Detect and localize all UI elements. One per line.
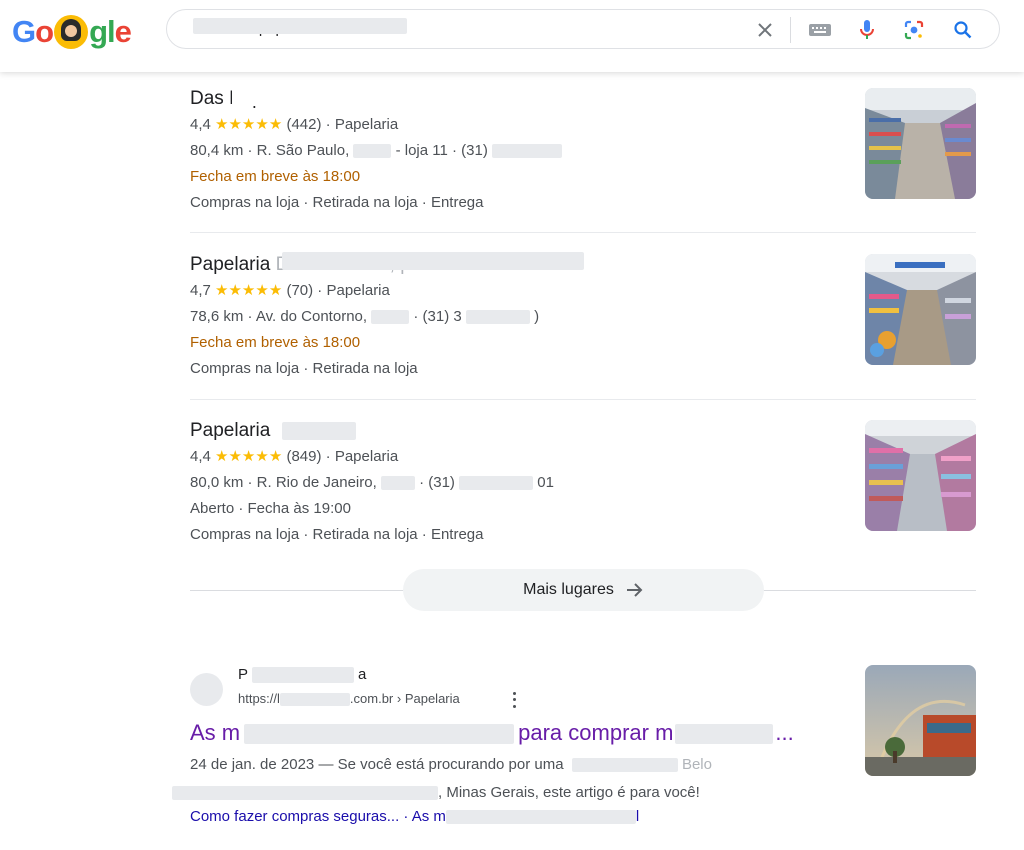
redaction-block [459,476,534,491]
search-input[interactable]: melhores papelarias de bh [193,18,407,37]
site-favicon[interactable] [190,673,223,706]
rating-line: 4,4 ★★★★★ (849) · Papelaria [190,448,399,465]
site-url[interactable]: https://l .com.br › Papelaria [238,691,460,707]
keyboard-icon[interactable] [808,18,832,42]
more-options-icon[interactable] [508,690,520,710]
more-places-button[interactable]: Mais lugares [403,569,764,611]
store-photo[interactable] [865,254,976,365]
result-date: 24 de jan. de 2023 [190,756,315,773]
result-thumbnail[interactable] [865,665,976,776]
google-doodle-logo[interactable]: G o g l e [12,12,132,52]
arrow-right-icon [626,583,643,597]
redaction-block [492,144,563,159]
redaction-block [445,810,636,825]
redaction-block [571,758,678,773]
rating-line: 4,7 ★★★★★ (70) · Papelaria [190,282,390,299]
redaction-block [380,476,415,491]
google-lens-icon[interactable] [902,18,926,42]
review-count[interactable]: (849) [286,448,321,465]
sitelink[interactable]: · As m [399,808,446,825]
store-photo[interactable] [865,420,976,531]
sitelinks: Como fazer compras seguras... · As ml [190,808,640,825]
services-line: Compras na loja · Retirada na loja · Ent… [190,526,484,543]
place-name[interactable]: Papelaria Dico de Pena, presentes e cafe [190,252,976,278]
redaction-block [371,310,410,325]
address-line: 78,6 km · Av. do Contorno, · (31) 3 ) [190,308,540,325]
address-line: 80,0 km · R. Rio de Janeiro, · (31) 01 [190,474,554,491]
star-rating-icon: ★★★★★ [215,116,283,133]
hours-line: Aberto · Fecha às 19:00 [190,496,976,522]
divider [790,17,791,43]
logo-letter: o [35,14,54,49]
services-line: Compras na loja · Retirada na loja · Ent… [190,194,484,211]
result-title-link[interactable]: As m para comprar m... [190,720,794,746]
redaction-block [675,724,774,745]
divider [190,232,976,233]
redaction-block [353,144,392,159]
redaction-block [244,724,515,745]
logo-letter: e [114,14,132,49]
logo-letter: G [12,14,36,49]
rating-line: 4,4 ★★★★★ (442) · Papelaria [190,116,399,133]
review-count[interactable]: (442) [286,116,321,133]
hours-line: Fecha em breve às 18:00 [190,334,361,351]
search-icon[interactable] [951,18,975,42]
site-name[interactable]: Pa [238,666,366,684]
redaction-block [172,786,438,801]
star-rating-icon: ★★★★★ [215,448,283,465]
redaction-block [279,693,350,707]
divider [190,399,976,400]
redaction-block [465,310,530,325]
local-result[interactable]: Papelaria Dico de Pena, presentes e cafe… [190,252,976,382]
redaction-block [232,88,320,106]
redaction-block [193,18,407,34]
top-bar: G o g l e melhores papelarias de bh [0,0,1024,72]
place-category: Papelaria [334,448,399,465]
microphone-icon[interactable] [855,18,879,42]
search-box[interactable]: melhores papelarias de bh [166,9,1000,49]
place-name[interactable]: Das Papelaria [190,88,976,112]
place-category: Papelaria [334,116,399,133]
result-snippet-line-2: , Minas Gerais, este artigo é para você! [172,784,700,801]
redaction-block [282,252,584,270]
local-result[interactable]: Das Papelaria 4,4 ★★★★★ (442) · Papelari… [190,88,976,216]
hours-line: Fecha em breve às 18:00 [190,168,361,185]
logo-letter: g [89,14,108,49]
review-count[interactable]: (70) [286,282,313,299]
redaction-block [282,422,356,440]
result-snippet: 24 de jan. de 2023 — Se você está procur… [190,756,712,773]
sitelink[interactable]: Como fazer compras seguras... [190,808,399,825]
doodle-character-icon [54,15,89,49]
place-category: Papelaria [326,282,390,299]
open-status: Aberto · Fecha às 19:00 [190,500,351,517]
place-name[interactable]: Papelaria [190,420,976,444]
logo-letter: l [107,14,116,49]
star-rating-icon: ★★★★★ [215,282,283,299]
store-photo[interactable] [865,88,976,199]
closing-soon-label: Fecha em breve [190,334,299,351]
closing-soon-label: Fecha em breve [190,168,299,185]
redaction-block [252,667,355,684]
clear-icon[interactable] [753,18,777,42]
address-line: 80,4 km · R. São Paulo, - loja 11 · (31)… [190,138,976,164]
services-line: Compras na loja · Retirada na loja [190,360,418,377]
more-places-label: Mais lugares [523,581,614,598]
local-result[interactable]: Papelaria 4,4 ★★★★★ (849) · Papelaria 80… [190,420,976,548]
